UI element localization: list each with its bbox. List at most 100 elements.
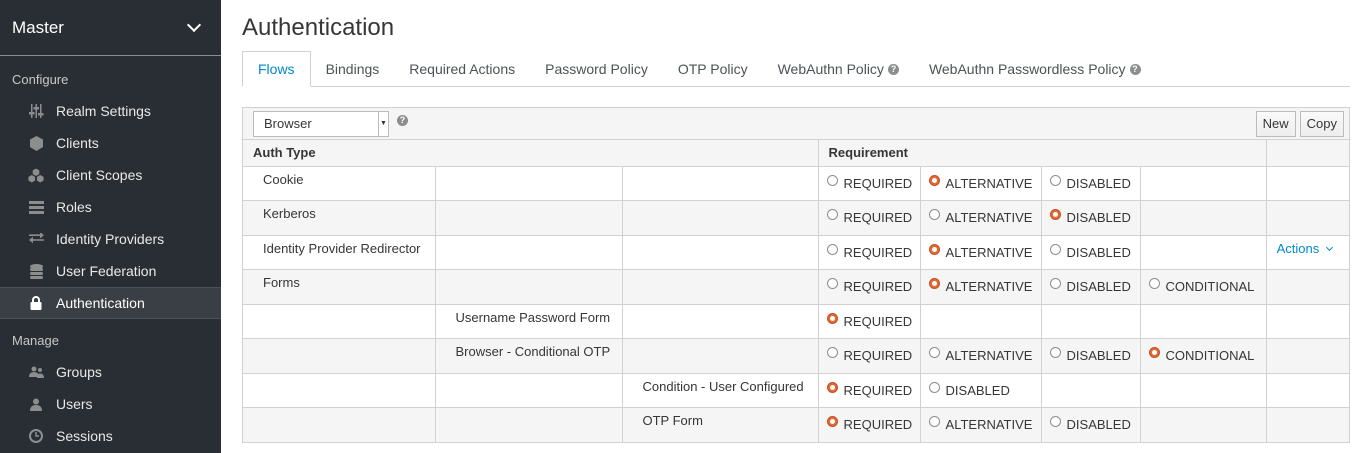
realm-selector[interactable]: Master	[0, 0, 221, 56]
radio-icon[interactable]	[1049, 347, 1061, 358]
table-cell	[622, 166, 819, 201]
radio-icon[interactable]	[826, 209, 838, 220]
sidebar-item-authentication[interactable]: Authentication	[0, 287, 221, 319]
requirement-radio-alternative[interactable]: ALTERNATIVE	[928, 241, 1033, 260]
sidebar-item-label: Sessions	[56, 428, 113, 444]
radio-icon[interactable]	[826, 416, 838, 427]
tab-password-policy[interactable]: Password Policy	[530, 51, 663, 87]
requirement-radio-required[interactable]: REQUIRED	[826, 344, 912, 363]
requirement-radio-alternative[interactable]: ALTERNATIVE	[928, 206, 1033, 225]
requirement-radio-disabled[interactable]: DISABLED	[1049, 172, 1132, 191]
sidebar-item-user-federation[interactable]: User Federation	[0, 255, 221, 287]
table-cell	[622, 200, 819, 236]
sidebar-item-groups[interactable]: Groups	[0, 356, 221, 388]
requirement-cell: DISABLED	[1041, 269, 1141, 305]
sidebar-item-realm-settings[interactable]: Realm Settings	[0, 95, 221, 127]
help-icon[interactable]: ?	[887, 63, 899, 75]
radio-icon[interactable]	[1049, 243, 1061, 255]
sidebar-item-label: Clients	[56, 135, 99, 151]
copy-button[interactable]: Copy	[1299, 110, 1344, 137]
main-content: Authentication Flows Bindings Required Act…	[221, 0, 1362, 453]
requirement-radio-disabled[interactable]: DISABLED	[1049, 344, 1132, 363]
requirement-cell	[1140, 407, 1267, 442]
radio-icon[interactable]	[1049, 278, 1061, 289]
requirement-radio-required[interactable]: REQUIRED	[826, 172, 912, 191]
radio-icon[interactable]	[826, 278, 838, 289]
tab-webauthn-passwordless-policy[interactable]: WebAuthn Passwordless Policy?	[914, 51, 1156, 87]
actions-dropdown[interactable]: Actions	[1275, 241, 1334, 256]
table-cell	[622, 304, 819, 339]
radio-label: REQUIRED	[843, 313, 913, 329]
requirement-radio-disabled[interactable]: DISABLED	[1049, 241, 1132, 260]
radio-icon[interactable]	[826, 243, 838, 255]
sidebar-item-sessions[interactable]: Sessions	[0, 420, 221, 452]
sidebar-item-label: Roles	[56, 199, 92, 215]
requirement-radio-disabled[interactable]: DISABLED	[1049, 206, 1132, 225]
radio-label: ALTERNATIVE	[945, 175, 1033, 191]
radio-icon[interactable]	[928, 381, 940, 393]
execution-name: Condition - User Configured	[622, 373, 819, 408]
requirement-radio-conditional[interactable]: CONDITIONAL	[1148, 275, 1258, 294]
radio-icon[interactable]	[928, 209, 940, 220]
help-icon[interactable]: ?	[1129, 63, 1141, 75]
tab-bar: Flows Bindings Required Actions Password Po…	[242, 51, 1350, 87]
sidebar-item-identity-providers[interactable]: Identity Providers	[0, 223, 221, 255]
radio-icon[interactable]	[1148, 347, 1160, 358]
sidebar-item-client-scopes[interactable]: Client Scopes	[0, 159, 221, 191]
requirement-radio-alternative[interactable]: ALTERNATIVE	[928, 172, 1033, 191]
table-cell	[243, 338, 436, 374]
requirement-cell: REQUIRED	[818, 166, 921, 201]
realm-name: Master	[12, 17, 64, 37]
table-row: Browser - Conditional OTP REQUIRED ALTERNA…	[243, 338, 1350, 374]
table-cell	[435, 235, 623, 270]
tab-otp-policy[interactable]: OTP Policy	[663, 51, 763, 87]
radio-icon[interactable]	[928, 243, 940, 255]
sidebar-item-label: Users	[56, 396, 93, 412]
sidebar-item-clients[interactable]: Clients	[0, 127, 221, 159]
tab-bindings[interactable]: Bindings	[311, 51, 395, 87]
radio-label: ALTERNATIVE	[945, 348, 1033, 363]
tab-webauthn-policy[interactable]: WebAuthn Policy?	[763, 51, 914, 87]
flow-select-value: Browser	[264, 116, 312, 131]
clock-icon	[28, 428, 44, 444]
sidebar-item-roles[interactable]: Roles	[0, 191, 221, 223]
requirement-radio-required[interactable]: REQUIRED	[826, 275, 912, 294]
radio-icon[interactable]	[826, 381, 838, 393]
requirement-radio-alternative[interactable]: ALTERNATIVE	[928, 344, 1033, 363]
radio-icon[interactable]	[1049, 416, 1061, 427]
radio-icon[interactable]	[928, 347, 940, 358]
requirement-radio-required[interactable]: REQUIRED	[826, 310, 913, 329]
radio-icon[interactable]	[1049, 209, 1061, 220]
radio-icon[interactable]	[928, 174, 940, 186]
help-icon[interactable]: ?	[397, 115, 408, 126]
sidebar-item-label: Identity Providers	[56, 231, 165, 247]
requirement-radio-alternative[interactable]: ALTERNATIVE	[928, 413, 1033, 432]
radio-label: ALTERNATIVE	[945, 279, 1033, 294]
radio-icon[interactable]	[928, 416, 940, 427]
radio-icon[interactable]	[826, 347, 838, 358]
radio-icon[interactable]	[928, 278, 940, 289]
requirement-radio-required[interactable]: REQUIRED	[826, 413, 912, 432]
execution-name: Cookie	[243, 166, 436, 201]
requirement-cell	[1041, 304, 1141, 339]
flow-select[interactable]: Browser ▼	[253, 110, 389, 137]
tab-flows[interactable]: Flows	[242, 51, 311, 87]
requirement-radio-disabled[interactable]: DISABLED	[1049, 413, 1132, 432]
new-button[interactable]: New	[1255, 110, 1296, 137]
radio-icon[interactable]	[826, 312, 838, 324]
requirement-radio-required[interactable]: REQUIRED	[826, 379, 912, 398]
requirement-radio-required[interactable]: REQUIRED	[826, 241, 912, 260]
radio-icon[interactable]	[1049, 174, 1061, 186]
requirement-radio-disabled[interactable]: DISABLED	[1049, 275, 1132, 294]
execution-name: OTP Form	[622, 407, 819, 442]
requirement-radio-disabled[interactable]: DISABLED	[928, 379, 1033, 398]
radio-icon[interactable]	[1148, 278, 1160, 289]
radio-icon[interactable]	[826, 174, 838, 186]
user-icon	[28, 396, 44, 412]
requirement-radio-conditional[interactable]: CONDITIONAL	[1148, 344, 1258, 363]
sidebar: Master Configure Realm Settings Clients Cl…	[0, 0, 221, 453]
sidebar-item-users[interactable]: Users	[0, 388, 221, 420]
requirement-radio-alternative[interactable]: ALTERNATIVE	[928, 275, 1033, 294]
tab-required-actions[interactable]: Required Actions	[394, 51, 530, 87]
requirement-radio-required[interactable]: REQUIRED	[826, 206, 912, 225]
